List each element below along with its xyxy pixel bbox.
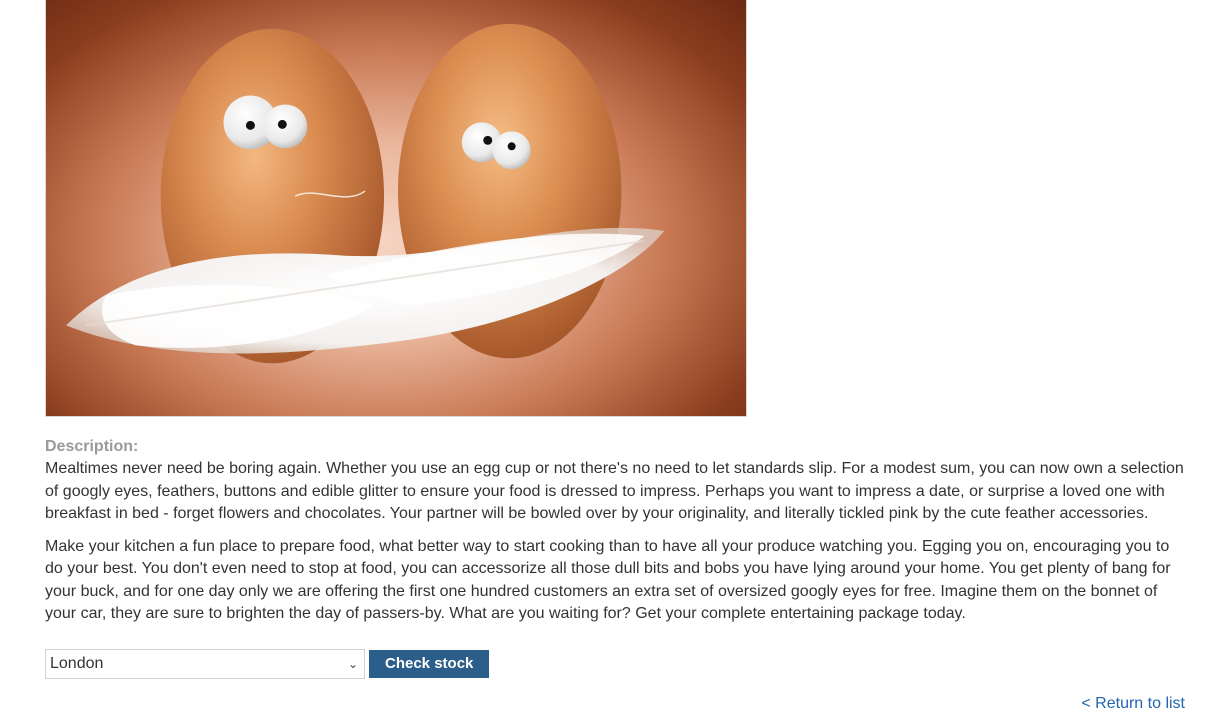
product-image	[45, 0, 747, 417]
eggs-illustration	[65, 23, 665, 364]
description-paragraph: Mealtimes never need be boring again. Wh…	[45, 460, 1184, 522]
store-select[interactable]: London ⌄	[45, 649, 365, 679]
stock-controls: London ⌄ Check stock	[45, 649, 490, 679]
description-label: Description:	[45, 438, 139, 455]
return-to-list-link[interactable]: < Return to list	[1081, 694, 1185, 714]
chevron-down-icon: ⌄	[347, 657, 358, 671]
store-select-value: London	[50, 655, 104, 672]
check-stock-button[interactable]: Check stock	[369, 650, 490, 678]
description-text: Mealtimes never need be boring again. Wh…	[45, 458, 1190, 636]
description-paragraph: Make your kitchen a fun place to prepare…	[45, 537, 1171, 623]
product-page: Description: Mealtimes never need be bor…	[0, 0, 1210, 725]
